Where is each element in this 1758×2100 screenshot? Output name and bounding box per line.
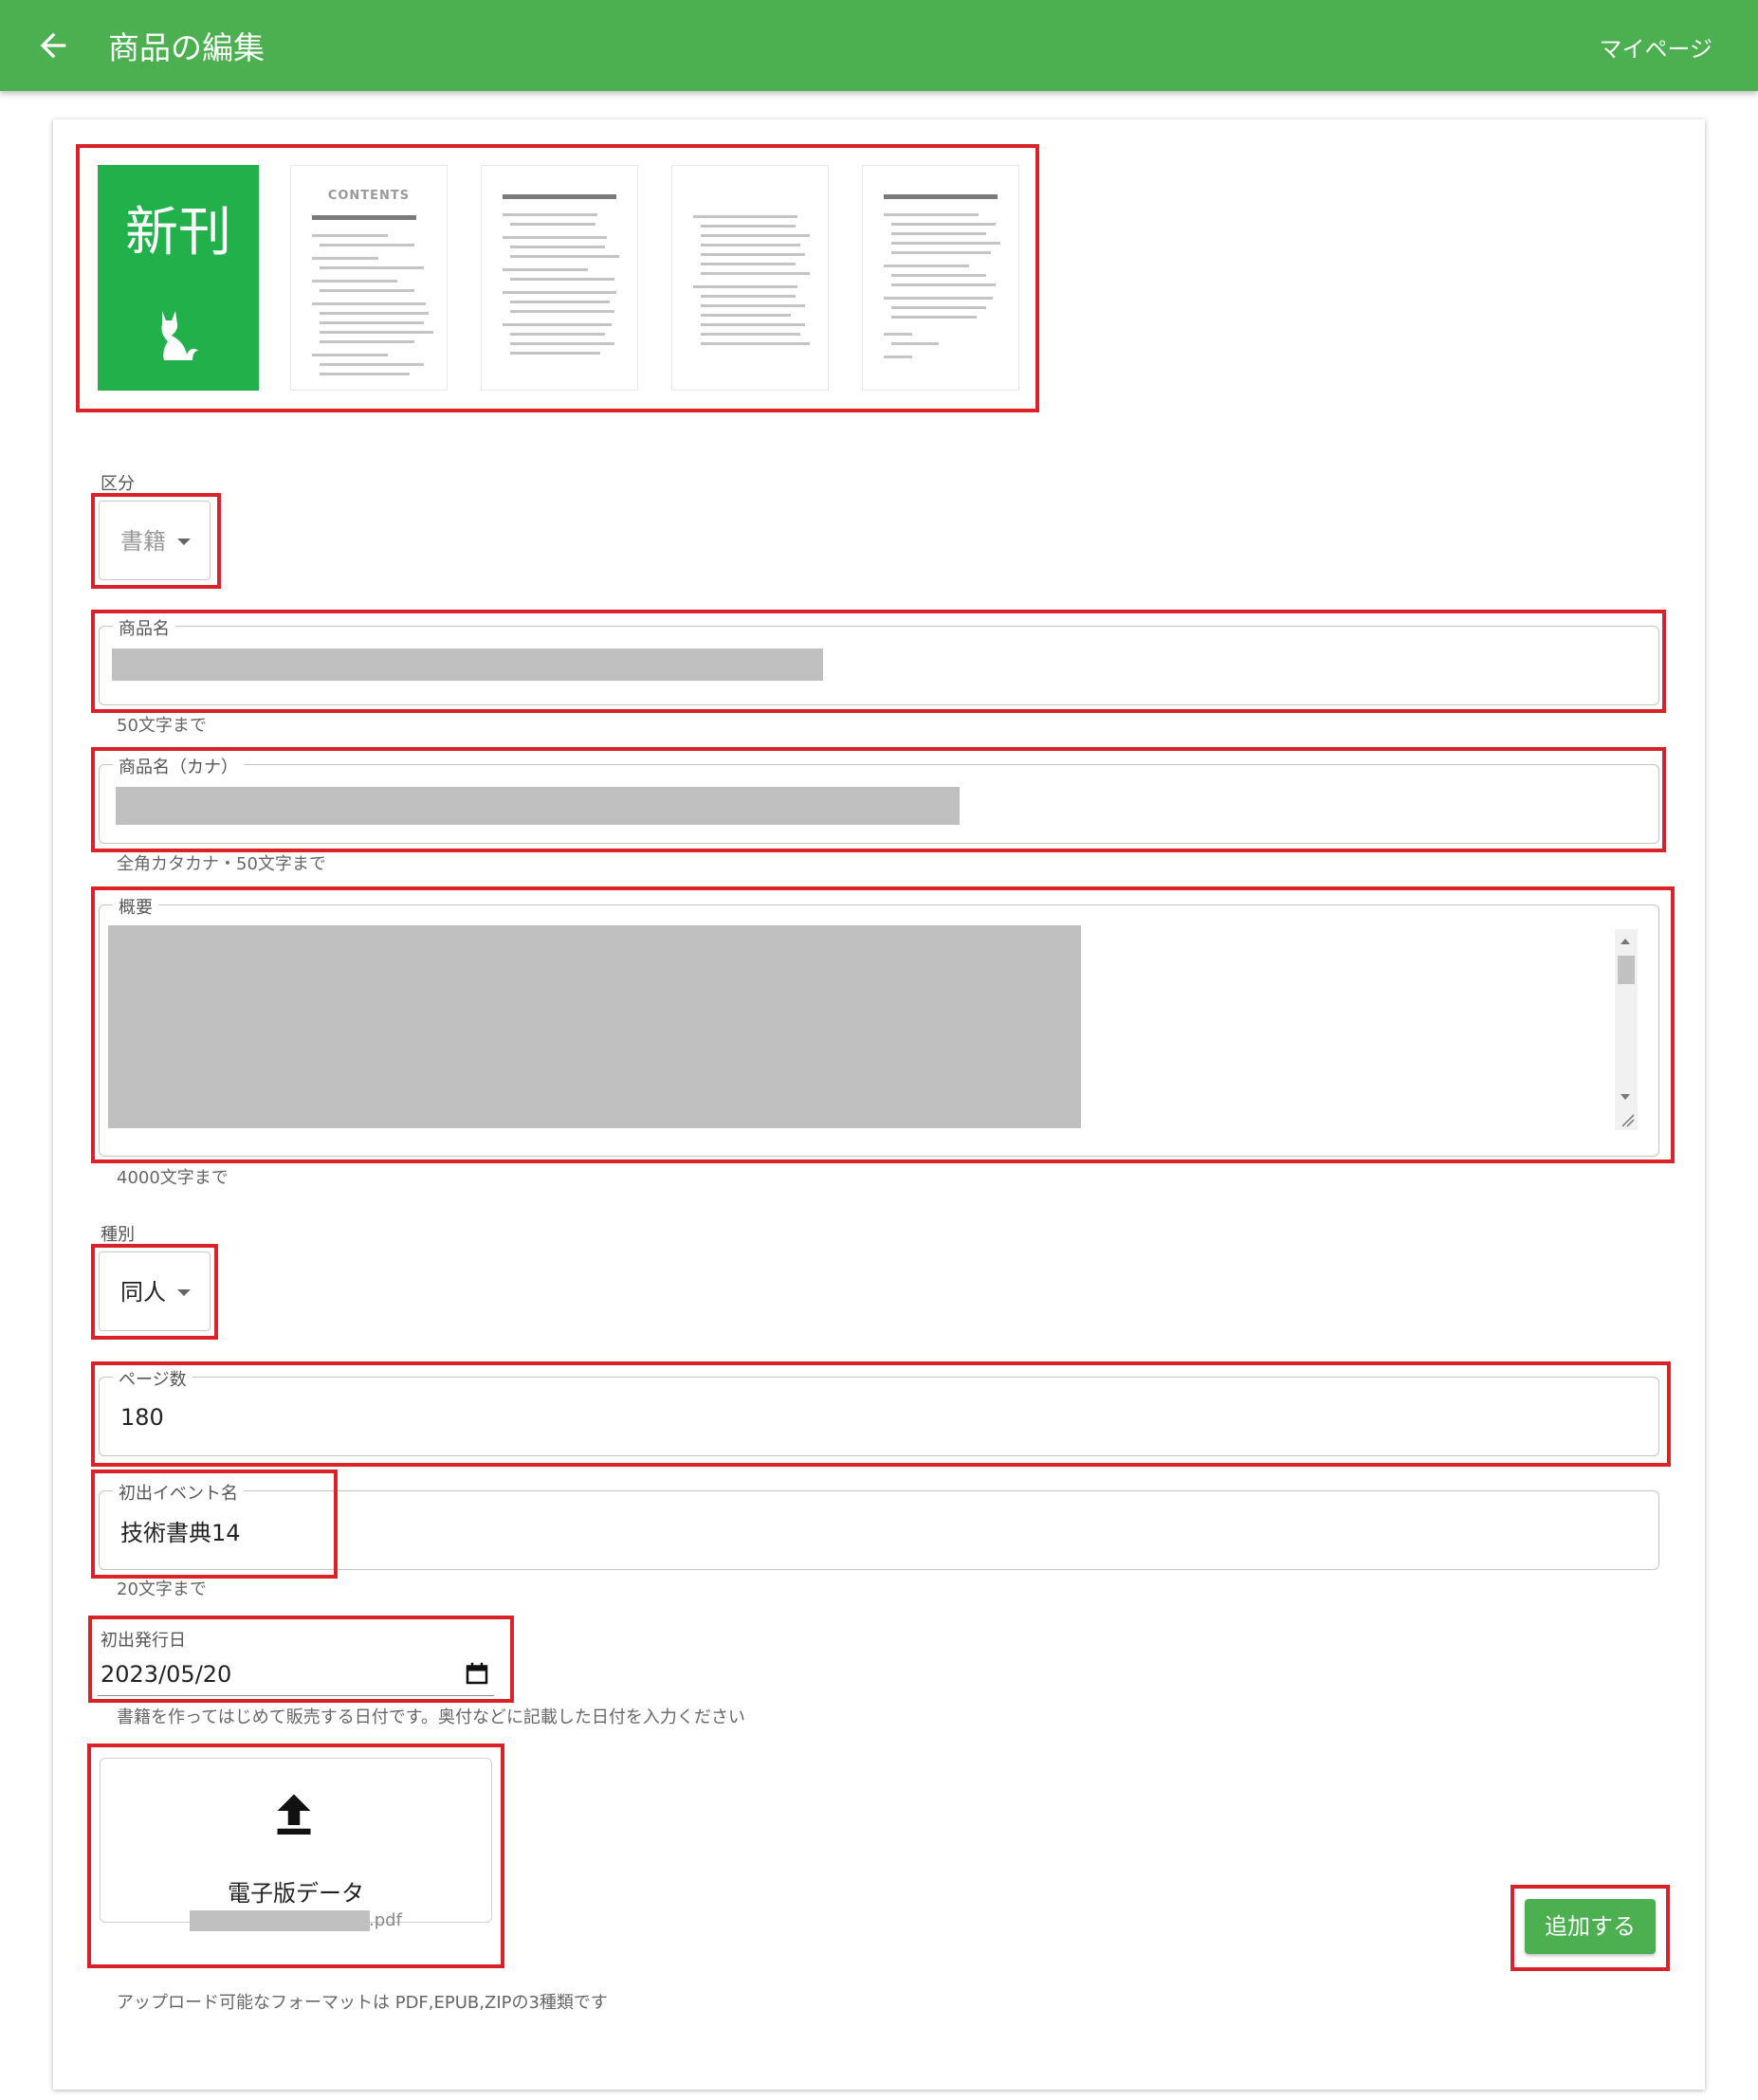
scrollbar-thumb[interactable] <box>1618 956 1635 984</box>
redacted-product-name <box>112 648 823 681</box>
category-select[interactable]: 書籍 <box>99 501 211 580</box>
first-date-underline <box>98 1695 494 1696</box>
resize-handle-icon[interactable] <box>1615 1107 1638 1130</box>
first-event-help: 20文字まで <box>117 1580 207 1599</box>
redacted-product-name-kana <box>116 787 960 825</box>
cover-thumbnail[interactable]: 新刊 <box>98 165 259 391</box>
scroll-down-arrow[interactable] <box>1621 1094 1630 1100</box>
page-thumbnail-4[interactable] <box>862 165 1019 391</box>
first-date-label: 初出発行日 <box>101 1631 186 1651</box>
new-badge-text: 新刊 <box>125 202 231 264</box>
chevron-down-icon <box>177 539 191 545</box>
product-name-kana-label: 商品名（カナ） <box>113 754 244 778</box>
first-event-label: 初出イベント名 <box>113 1480 244 1505</box>
pages-value: 180 <box>120 1404 164 1431</box>
page-title: 商品の編集 <box>108 29 265 66</box>
summary-scrollbar[interactable] <box>1615 929 1638 1130</box>
summary-label: 概要 <box>113 894 158 919</box>
first-event-value: 技術書典14 <box>120 1520 241 1546</box>
first-date-help: 書籍を作ってはじめて販売する日付です。奥付などに記載した日付を入力ください <box>117 1707 745 1727</box>
page-thumbnail-3[interactable] <box>671 165 829 391</box>
type-label: 種別 <box>101 1225 135 1245</box>
category-label: 区分 <box>101 474 135 494</box>
pages-label: ページ数 <box>113 1366 192 1391</box>
cat-icon <box>161 311 198 360</box>
product-name-label: 商品名 <box>113 615 175 640</box>
page-thumbnail-2[interactable] <box>481 165 638 391</box>
first-event-field[interactable]: 初出イベント名 技術書典14 <box>99 1480 1659 1570</box>
upload-title: 電子版データ <box>228 1880 364 1907</box>
upload-icon <box>277 1794 311 1835</box>
scroll-up-arrow[interactable] <box>1621 939 1630 944</box>
category-value: 書籍 <box>120 528 166 555</box>
product-name-kana-help: 全角カタカナ・50文字まで <box>117 854 326 874</box>
type-select[interactable]: 同人 <box>99 1251 211 1331</box>
ebook-upload-box[interactable]: 電子版データ .pdf <box>100 1758 492 1931</box>
first-date-input[interactable]: 2023/05/20 <box>101 1661 231 1688</box>
mypage-link[interactable]: マイページ <box>1599 30 1712 64</box>
upload-help: アップロード可能なフォーマットは PDF,EPUB,ZIPの3種類です <box>117 1993 608 2013</box>
redacted-summary <box>108 925 1081 1128</box>
calendar-icon[interactable] <box>463 1659 491 1688</box>
upload-file-ext: .pdf <box>369 1910 402 1930</box>
contents-heading: CONTENTS <box>327 189 411 203</box>
summary-help: 4000文字まで <box>117 1168 229 1188</box>
pages-field[interactable]: ページ数 180 <box>99 1366 1659 1456</box>
app-bar: 商品の編集 マイページ <box>0 0 1758 91</box>
redacted-filename <box>190 1910 370 1931</box>
arrow-left-icon[interactable] <box>34 27 72 64</box>
chevron-down-icon <box>177 1289 191 1296</box>
page-thumbnail-1[interactable]: CONTENTS <box>290 165 448 391</box>
submit-add-button[interactable]: 追加する <box>1525 1899 1656 1954</box>
type-value: 同人 <box>120 1279 166 1306</box>
product-name-help: 50文字まで <box>117 716 207 736</box>
